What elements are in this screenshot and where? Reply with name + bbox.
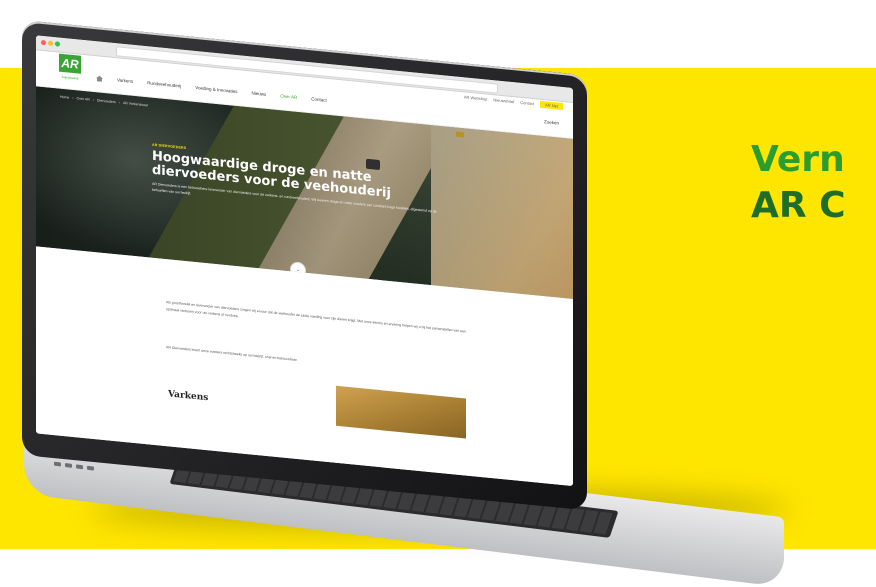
nav-item-voeding[interactable]: Voeding & Innovaties [195,85,237,95]
section-title: Varkens [168,389,209,404]
nav-item-rundvee[interactable]: Rundveehouderij [147,80,181,89]
promo-headline: Vern AR C [751,137,846,229]
second-paragraph: AR Diervoeders levert onze voeders recht… [166,345,298,363]
nav-item-varkens[interactable]: Varkens [117,77,133,85]
laptop-lid: AR Webshop Nieuwsbrief Contact AR Net AR… [22,20,587,511]
ports [54,461,94,471]
logo-mark: AR [59,53,81,74]
breadcrumb-item[interactable]: Home [60,95,69,100]
headline-line-2: AR C [751,185,846,226]
maximize-window-icon[interactable] [55,41,60,47]
home-icon[interactable] [96,75,103,82]
nav-item-nieuws[interactable]: Nieuws [252,91,267,98]
site-logo[interactable]: AR Juijntsbedrijf [56,53,84,87]
headline-line-1: Vern [751,139,845,180]
nav-item-over-ar[interactable]: Over AR [280,93,297,101]
close-window-icon[interactable] [41,39,46,46]
minimize-window-icon[interactable] [48,40,53,47]
top-link-newsletter[interactable]: Nieuwsbrief [493,97,514,104]
nav-item-contact[interactable]: Contact [311,96,327,104]
laptop-screen: AR Webshop Nieuwsbrief Contact AR Net AR… [36,35,573,487]
grain-image [336,385,466,439]
logo-subtitle: Juijntsbedrijf [61,74,79,81]
search-link[interactable]: Zoeken [544,119,559,125]
intro-paragraph: Als groothandel en leverancier van dierv… [166,300,467,334]
top-link-webshop[interactable]: AR Webshop [464,94,488,101]
top-link-contact[interactable]: Contact [520,100,534,106]
